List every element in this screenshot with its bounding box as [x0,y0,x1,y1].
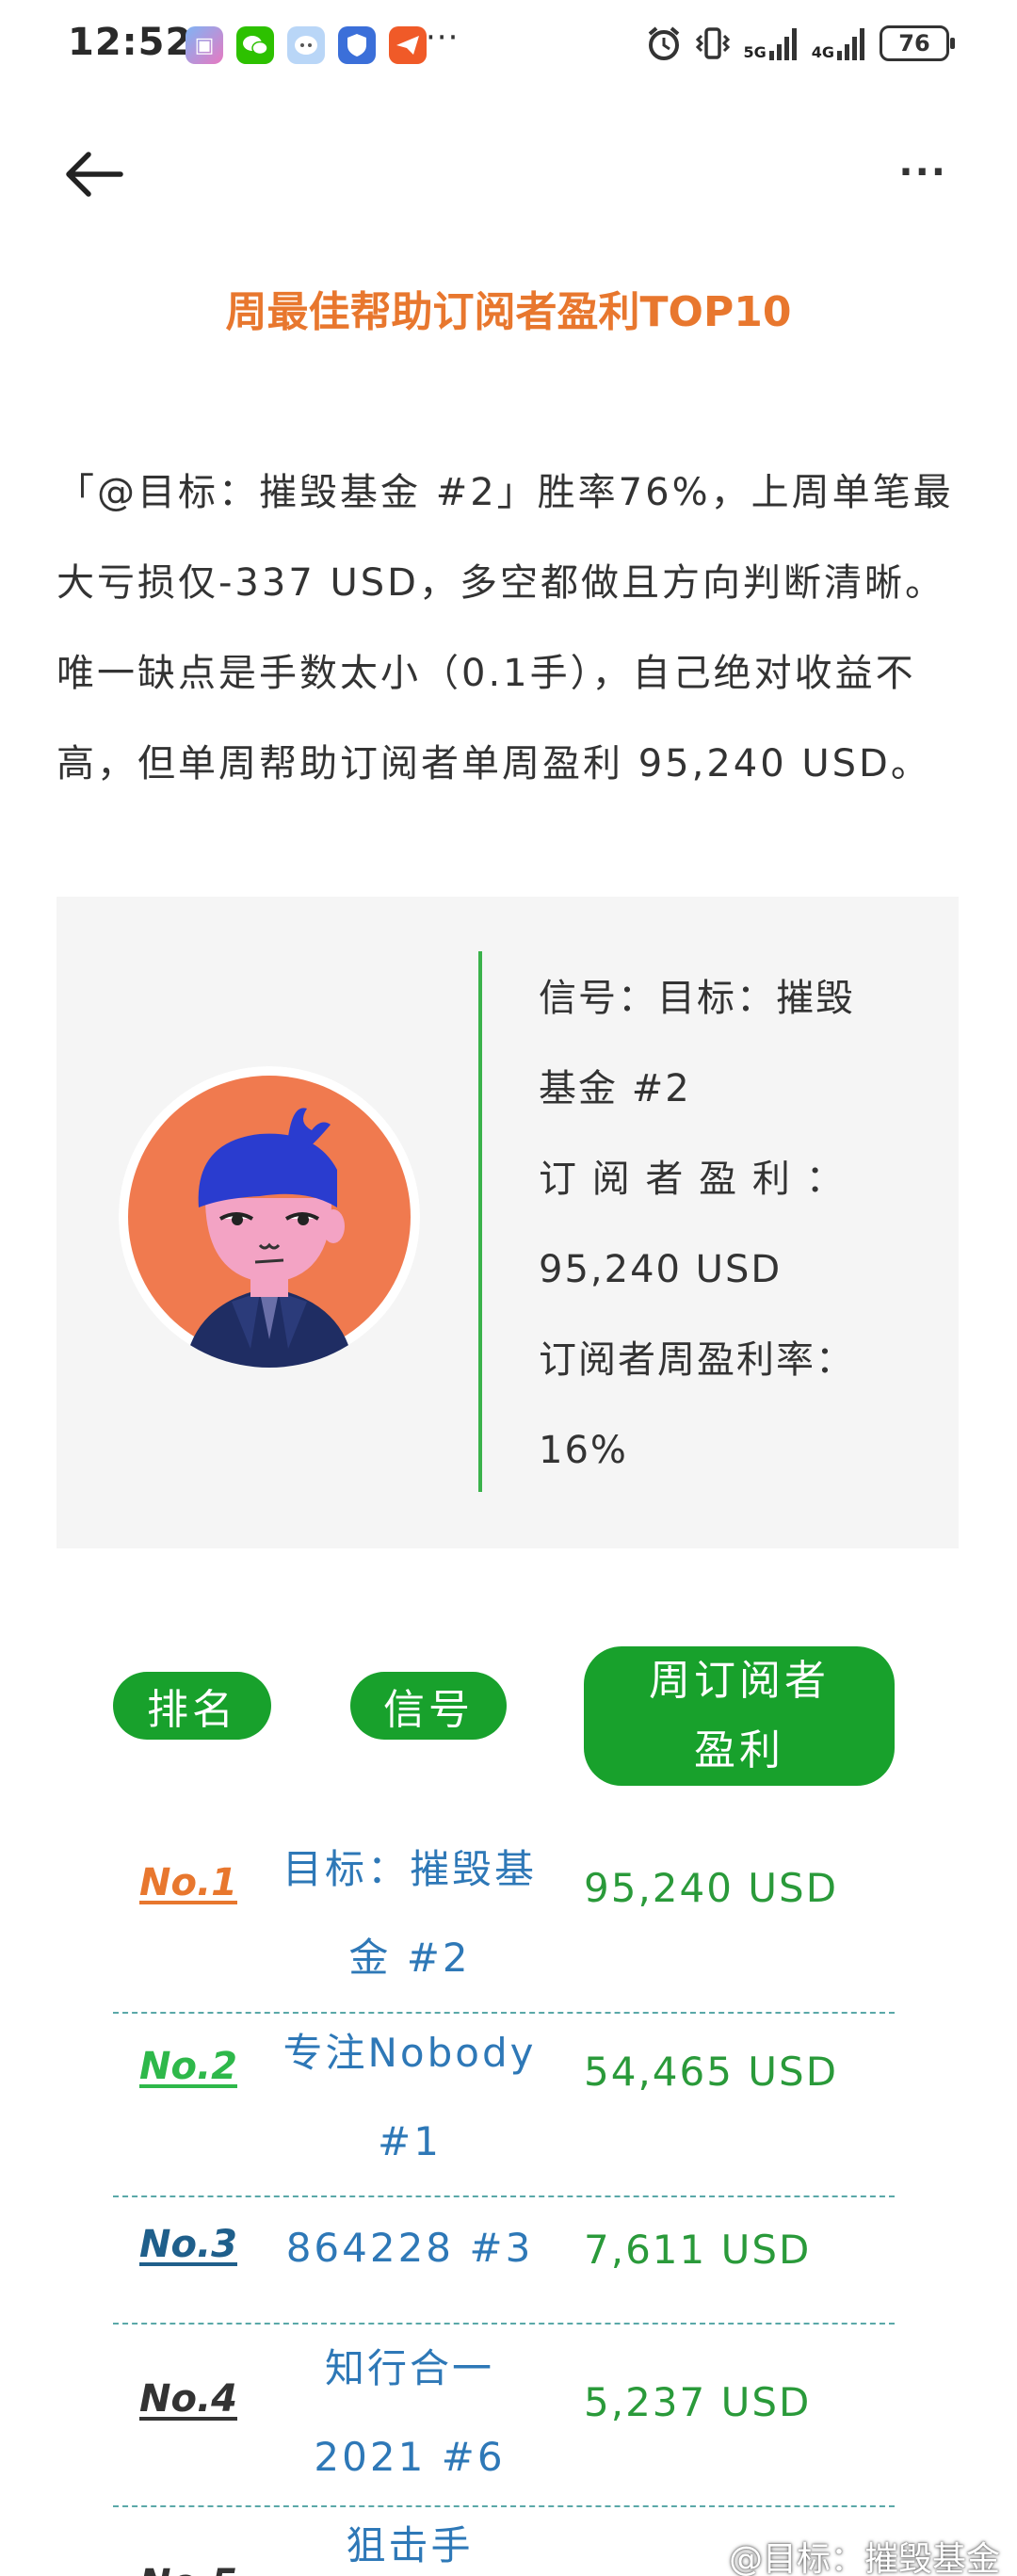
paper-plane-app-icon [389,26,427,64]
rank-label: No.4 [139,2377,237,2421]
card-signal-name: 基金 #2 [539,1067,691,1110]
header-profit-line2: 盈利 [694,1726,784,1774]
article-intro: 「@目标：摧毁基金 #2」胜率76%，上周单笔最大亏损仅-337 USD，多空都… [56,471,954,786]
card-profit-label: 订 阅 者 盈 利 ： [539,1158,846,1201]
header-profit-line1: 周订阅者 [649,1657,830,1705]
card-divider [478,951,482,1492]
notification-icons: ▣ [186,26,427,64]
system-icons: 5G 4G 76 [645,24,955,62]
signal-name[interactable]: 目标：摧毁基 金 #2 [273,1825,546,2002]
signal-name-line1: 目标：摧毁基 [282,1846,537,1892]
vibrate-icon [696,27,731,59]
signal-name-line1: 专注Nobody [282,2030,537,2076]
watermark-text: @目标：摧毁基金 [728,2540,1000,2576]
signal-name-line1: 知行合一 [324,2345,494,2391]
signal-5g-label: 5G [743,43,767,61]
signal-5g-bars-icon [768,28,797,60]
clock: 12:52 [68,21,193,64]
signal-name-line2: #1 [378,2118,442,2164]
card-profit-value: 95,240 USD [539,1248,783,1291]
watermark: @目标：摧毁基金 [691,2532,1000,2576]
signal-name[interactable]: 知行合一 2021 #6 [273,2325,546,2502]
signal-name-line1: 狙击手 [346,2522,474,2568]
card-signal-label: 信号：目标：摧毁 [539,977,855,1020]
card-info: 信号：目标：摧毁 基金 #2 订 阅 者 盈 利 ： 95,240 USD 订阅… [539,953,925,1496]
table-row: No.2 专注Nobody #1 54,465 USD [113,2011,895,2190]
signal-4g: 4G [812,26,866,60]
signal-name[interactable]: 864228 #3 [273,2204,546,2292]
table-row: No.4 知行合一 2021 #6 5,237 USD [113,2323,895,2502]
more-options-icon[interactable]: ··· [898,151,947,194]
status-bar: 12:52 ▣ ··· 5G 4G 76 [0,0,1017,94]
xueqiu-logo-icon [697,2546,711,2568]
more-notifications-icon: ··· [426,19,460,57]
signal-4g-label: 4G [811,43,834,61]
signal-name[interactable]: 专注Nobody #1 [273,2009,546,2186]
alarm-icon [649,26,680,60]
battery-icon: 76 [880,25,955,61]
profit-value: 7,611 USD [584,2227,812,2273]
header-signal-pill: 信号 [350,1672,507,1740]
rank-label: No.3 [139,2223,237,2266]
shield-app-icon [338,26,376,64]
profit-value: 95,240 USD [584,1865,839,1911]
signal-4g-bars-icon [837,28,864,60]
table-row: No.3 864228 #3 7,611 USD [113,2196,895,2319]
card-rate-label: 订阅者周盈利率： [539,1338,855,1382]
rank-label: No.2 [139,2045,237,2088]
signal-name-line1: 864228 #3 [285,2225,534,2271]
signal-5g: 5G [743,26,798,60]
card-rate-value: 16% [539,1429,628,1472]
wechat-icon [236,26,274,64]
game-app-icon: ▣ [186,26,223,64]
header-rank-pill: 排名 [113,1672,271,1740]
chat-bot-icon [287,26,325,64]
rank-label: No.1 [139,1861,237,1904]
header-profit-pill: 周订阅者 盈利 [584,1646,895,1786]
rank-label: No.5 [139,2562,237,2576]
signal-name-line2: 金 #2 [348,1935,471,1981]
signal-card: 信号：目标：摧毁 基金 #2 订 阅 者 盈 利 ： 95,240 USD 订阅… [56,897,959,1548]
back-arrow-icon[interactable] [62,141,128,207]
table-row: No.1 目标：摧毁基 金 #2 95,240 USD [113,1827,895,2006]
avatar [119,1066,420,1368]
signal-name[interactable]: 狙击手 [273,2507,546,2576]
article-title: 周最佳帮助订阅者盈利TOP10 [225,288,792,336]
profit-value: 5,237 USD [584,2379,812,2425]
signal-name-line2: 2021 #6 [314,2434,506,2480]
profit-value: 54,465 USD [584,2049,839,2095]
